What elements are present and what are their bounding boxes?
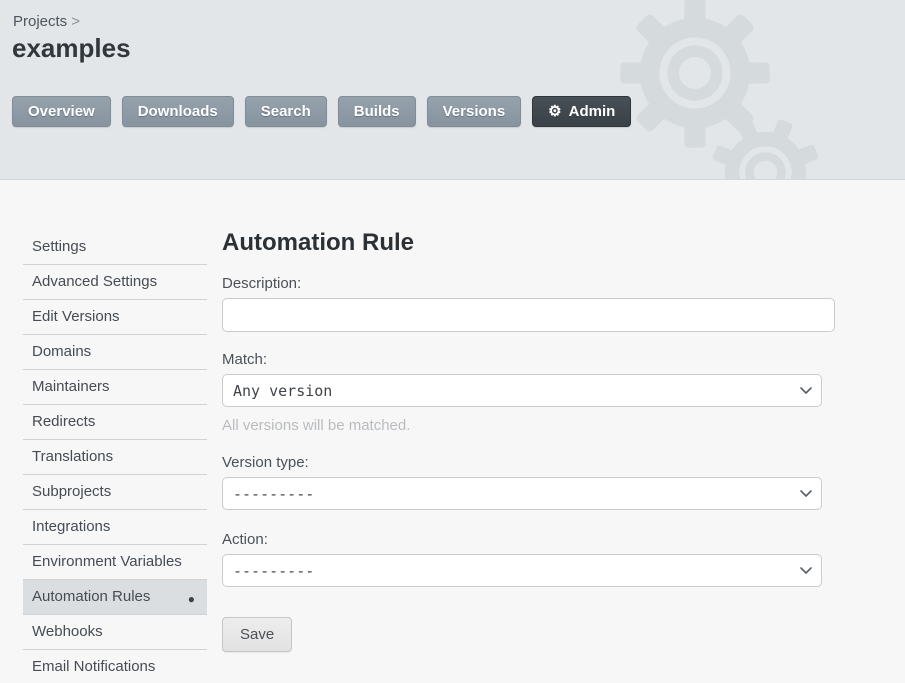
page-title: examples [12,33,131,64]
sidebar-item-settings[interactable]: Settings [23,230,207,265]
sidebar-item-email-notifications[interactable]: Email Notifications [23,650,207,683]
breadcrumb: Projects> [13,13,80,30]
match-label: Match: [222,350,835,370]
tab-admin-label: Admin [569,102,616,121]
action-select-value: --------- [233,562,314,580]
admin-content: Settings Advanced Settings Edit Versions… [0,180,905,683]
sidebar-item-label: Automation Rules [32,588,150,605]
tab-search[interactable]: Search [245,96,327,127]
match-select[interactable]: Any version [222,374,822,407]
chevron-down-icon [800,387,812,395]
admin-gear-icon: ⚙ [548,104,561,119]
sidebar-item-advanced-settings[interactable]: Advanced Settings [23,265,207,300]
tab-builds[interactable]: Builds [338,96,416,127]
chevron-down-icon [800,567,812,575]
sidebar-item-integrations[interactable]: Integrations [23,510,207,545]
action-label: Action: [222,530,835,550]
sidebar-item-domains[interactable]: Domains [23,335,207,370]
description-label: Description: [222,274,835,294]
project-header: Projects> examples Overview Downloads Se… [0,0,905,180]
version-type-select[interactable]: --------- [222,477,822,510]
sidebar-item-webhooks[interactable]: Webhooks [23,615,207,650]
tab-downloads[interactable]: Downloads [122,96,234,127]
tab-admin[interactable]: ⚙ Admin [532,96,631,127]
tab-overview[interactable]: Overview [12,96,111,127]
form-heading: Automation Rule [222,228,835,258]
sidebar-item-maintainers[interactable]: Maintainers [23,370,207,405]
match-select-value: Any version [233,382,332,400]
chevron-down-icon [800,490,812,498]
save-button[interactable]: Save [222,617,292,652]
match-help-text: All versions will be matched. [222,417,835,435]
admin-sidebar: Settings Advanced Settings Edit Versions… [23,230,207,683]
sidebar-item-environment-variables[interactable]: Environment Variables [23,545,207,580]
tab-versions[interactable]: Versions [427,96,522,127]
sidebar-item-subprojects[interactable]: Subprojects [23,475,207,510]
sidebar-item-automation-rules[interactable]: Automation Rules ● [23,580,207,615]
sidebar-item-edit-versions[interactable]: Edit Versions [23,300,207,335]
breadcrumb-projects-link[interactable]: Projects [13,13,67,30]
project-nav-tabs: Overview Downloads Search Builds Version… [12,96,631,127]
description-input[interactable] [222,298,835,332]
action-select[interactable]: --------- [222,554,822,587]
breadcrumb-separator: > [71,13,80,30]
sidebar-item-translations[interactable]: Translations [23,440,207,475]
active-item-dot-icon: ● [188,589,195,609]
version-type-label: Version type: [222,453,835,473]
automation-rule-form: Automation Rule Description: Match: Any … [222,228,835,652]
version-type-select-value: --------- [233,485,314,503]
sidebar-item-redirects[interactable]: Redirects [23,405,207,440]
